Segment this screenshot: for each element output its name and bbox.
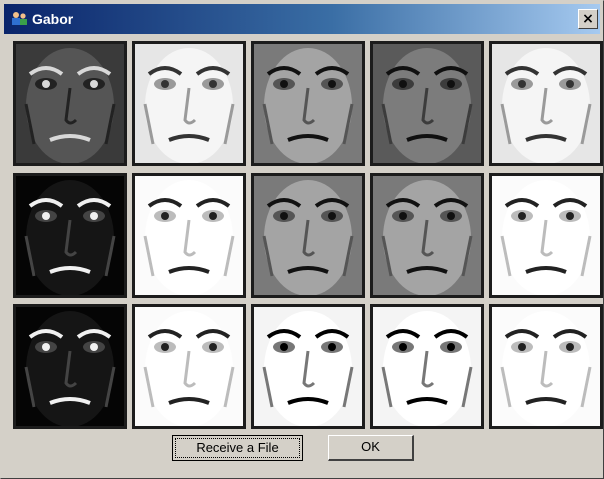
gabor-face-tile [132,41,246,166]
gabor-face-tile [370,304,484,429]
gabor-face-tile [13,304,127,429]
close-button[interactable]: × [578,9,598,29]
gabor-face-tile [489,173,603,298]
receive-file-button[interactable]: Receive a File [172,435,303,461]
gabor-face-tile [489,304,603,429]
gabor-face-tile [132,304,246,429]
gabor-face-tile [251,41,365,166]
gabor-face-tile [251,173,365,298]
gabor-face-tile [132,173,246,298]
ok-button[interactable]: OK [328,435,414,461]
people-app-icon [12,12,27,25]
title-bar[interactable]: Gabor × [4,4,600,34]
gabor-face-tile [370,173,484,298]
gabor-face-tile [13,173,127,298]
gabor-dialog: Gabor × Receive a File OK [0,0,604,479]
button-bar: Receive a File OK [1,433,604,469]
gabor-face-tile [489,41,603,166]
receive-file-label: Receive a File [175,438,300,458]
gabor-filter-grid [13,41,603,429]
window-title: Gabor [32,11,74,27]
gabor-face-tile [251,304,365,429]
gabor-face-tile [13,41,127,166]
gabor-face-tile [370,41,484,166]
